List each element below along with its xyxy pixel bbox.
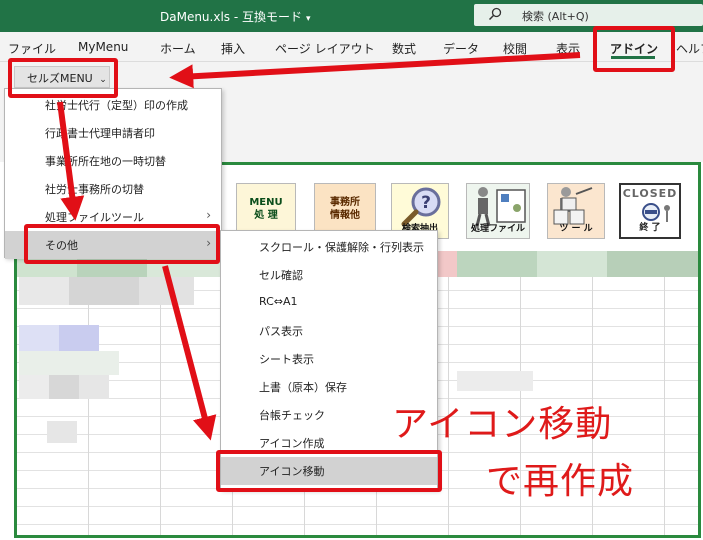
tab-view[interactable]: 表示 <box>556 40 580 57</box>
menu-item-gyosei-stamp[interactable]: 行政書士代理申請者印 <box>5 119 221 147</box>
search-box[interactable]: 検索 (Alt+Q) <box>474 4 703 26</box>
tab-formulas[interactable]: 数式 <box>392 40 416 57</box>
highlight-cells-menu <box>8 58 118 98</box>
tool-label: ツ ー ル <box>559 224 593 234</box>
tab-page-layout[interactable]: ページ レイアウト <box>275 40 375 57</box>
submenu-item-label: セル確認 <box>259 269 303 282</box>
blurred-cells <box>19 277 194 305</box>
tab-data[interactable]: データ <box>443 40 479 57</box>
office-button-line1: 事務所 <box>330 197 360 208</box>
search-icon <box>488 7 502 21</box>
highlight-icon-move <box>216 450 442 492</box>
annotation-line-1: アイコン移動 <box>392 404 613 445</box>
blurred-cells <box>47 421 77 443</box>
submenu-item-cell-check[interactable]: セル確認 <box>221 261 437 289</box>
menu-item-label: 社労士事務所の切替 <box>45 183 144 196</box>
menu-button-line2: 処 理 <box>254 210 278 221</box>
tab-home[interactable]: ホーム <box>160 40 196 57</box>
chevron-down-icon[interactable]: ▾ <box>306 14 311 24</box>
window-title[interactable]: DaMenu.xls - 互換モード ▾ <box>160 8 311 25</box>
submenu-item-scroll-unprotect[interactable]: スクロール・保護解除・行列表示 <box>221 233 437 261</box>
tab-review[interactable]: 校閲 <box>503 40 527 57</box>
tool-button[interactable]: ツ ー ル <box>547 183 605 239</box>
blurred-cells <box>19 325 99 351</box>
blurred-cells <box>19 375 109 399</box>
submenu-item-sheet-display[interactable]: シート表示 <box>221 345 437 373</box>
submenu-item-rc-a1[interactable]: RC⇔A1 <box>221 289 437 317</box>
office-button-line2: 情報他 <box>330 210 360 221</box>
submenu-item-label: 台帳チェック <box>259 409 325 422</box>
process-file-button[interactable]: 処理ファイル <box>466 183 530 239</box>
blurred-cells <box>457 371 533 391</box>
exit-sign-icon <box>642 203 670 222</box>
submenu-item-label: パス表示 <box>259 325 303 338</box>
menu-item-label: 行政書士代理申請者印 <box>45 127 155 140</box>
menu-item-office-location-switch[interactable]: 事業所所在地の一時切替 <box>5 147 221 175</box>
person-file-icon <box>475 187 526 227</box>
tab-help[interactable]: ヘルプ <box>676 40 703 57</box>
tab-file[interactable]: ファイル <box>8 40 56 57</box>
menu-item-office-switch[interactable]: 社労士事務所の切替 <box>5 175 221 203</box>
process-file-label: 処理ファイル <box>470 224 525 234</box>
search-label: 検索 (Alt+Q) <box>522 10 589 23</box>
submenu-item-path-display[interactable]: パス表示 <box>221 317 437 345</box>
submenu-item-label: スクロール・保護解除・行列表示 <box>259 241 424 254</box>
window-title-text: DaMenu.xls - 互換モード <box>160 10 303 24</box>
submenu-item-label: アイコン作成 <box>259 437 325 450</box>
menu-item-label: 事業所所在地の一時切替 <box>45 155 166 168</box>
tab-insert[interactable]: 挿入 <box>221 40 245 57</box>
highlight-addin-tab <box>593 26 675 72</box>
submenu-item-label: シート表示 <box>259 353 314 366</box>
submenu-item-label: 上書（原本）保存 <box>259 381 347 394</box>
annotation-line-2: で再作成 <box>486 461 635 502</box>
menu-button-line1: MENU <box>249 197 283 208</box>
worker-boxes-icon <box>553 187 593 225</box>
chevron-right-icon: › <box>206 208 211 222</box>
closed-title: CLOSED <box>622 187 678 200</box>
closed-label: 終 了 <box>639 223 661 233</box>
svg-text:?: ? <box>421 193 431 213</box>
blurred-cells <box>19 351 119 375</box>
magnifier-question-icon: ? <box>401 187 441 227</box>
submenu-item-label: RC⇔A1 <box>259 295 298 308</box>
highlight-other-item <box>24 224 220 264</box>
tab-mymenu[interactable]: MyMenu <box>78 40 128 54</box>
closed-exit-button[interactable]: CLOSED 終 了 <box>619 183 681 239</box>
menu-item-label: 処理ファイルツール <box>45 211 144 224</box>
menu-item-label: 社労士代行（定型）印の作成 <box>45 99 188 112</box>
